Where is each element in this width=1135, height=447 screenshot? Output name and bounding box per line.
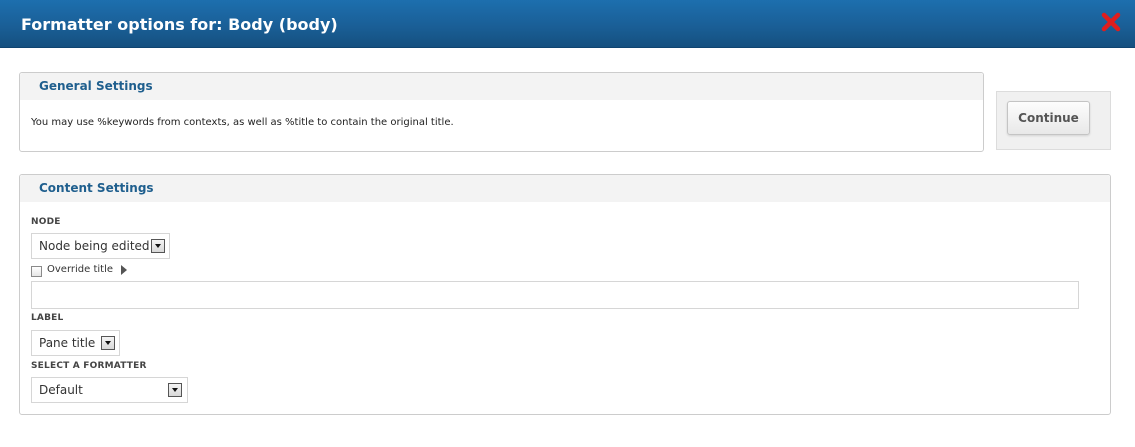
content-settings-fieldset: Content Settings NODE Node being edited … [19, 174, 1111, 415]
chevron-down-icon [151, 239, 165, 253]
general-settings-fieldset: General Settings You may use %keywords f… [19, 72, 984, 152]
close-icon[interactable] [1101, 12, 1121, 32]
dialog-titlebar: Formatter options for: Body (body) [0, 0, 1135, 48]
continue-button[interactable]: Continue [1007, 101, 1090, 135]
formatter-select[interactable]: Default [31, 377, 188, 403]
formatter-label: SELECT A FORMATTER [31, 361, 147, 371]
node-select-value: Node being edited [39, 239, 150, 253]
label-select[interactable]: Pane title [31, 330, 120, 356]
chevron-down-icon [168, 383, 182, 397]
chevron-down-icon [101, 336, 115, 350]
node-select[interactable]: Node being edited [31, 233, 170, 259]
override-title-checkbox[interactable] [31, 266, 42, 277]
general-settings-description: You may use %keywords from contexts, as … [31, 117, 454, 128]
override-title-input[interactable] [31, 281, 1079, 309]
override-title-label: Override title [47, 264, 113, 275]
general-settings-legend: General Settings [20, 73, 983, 100]
content-settings-legend: Content Settings [20, 175, 1110, 202]
dialog-title: Formatter options for: Body (body) [21, 15, 338, 34]
label-field-label: LABEL [31, 313, 64, 323]
node-label: NODE [31, 217, 61, 227]
formatter-select-value: Default [39, 383, 83, 397]
caret-right-icon[interactable] [121, 265, 127, 275]
actions-panel: Continue [996, 91, 1111, 150]
label-select-value: Pane title [39, 336, 96, 350]
